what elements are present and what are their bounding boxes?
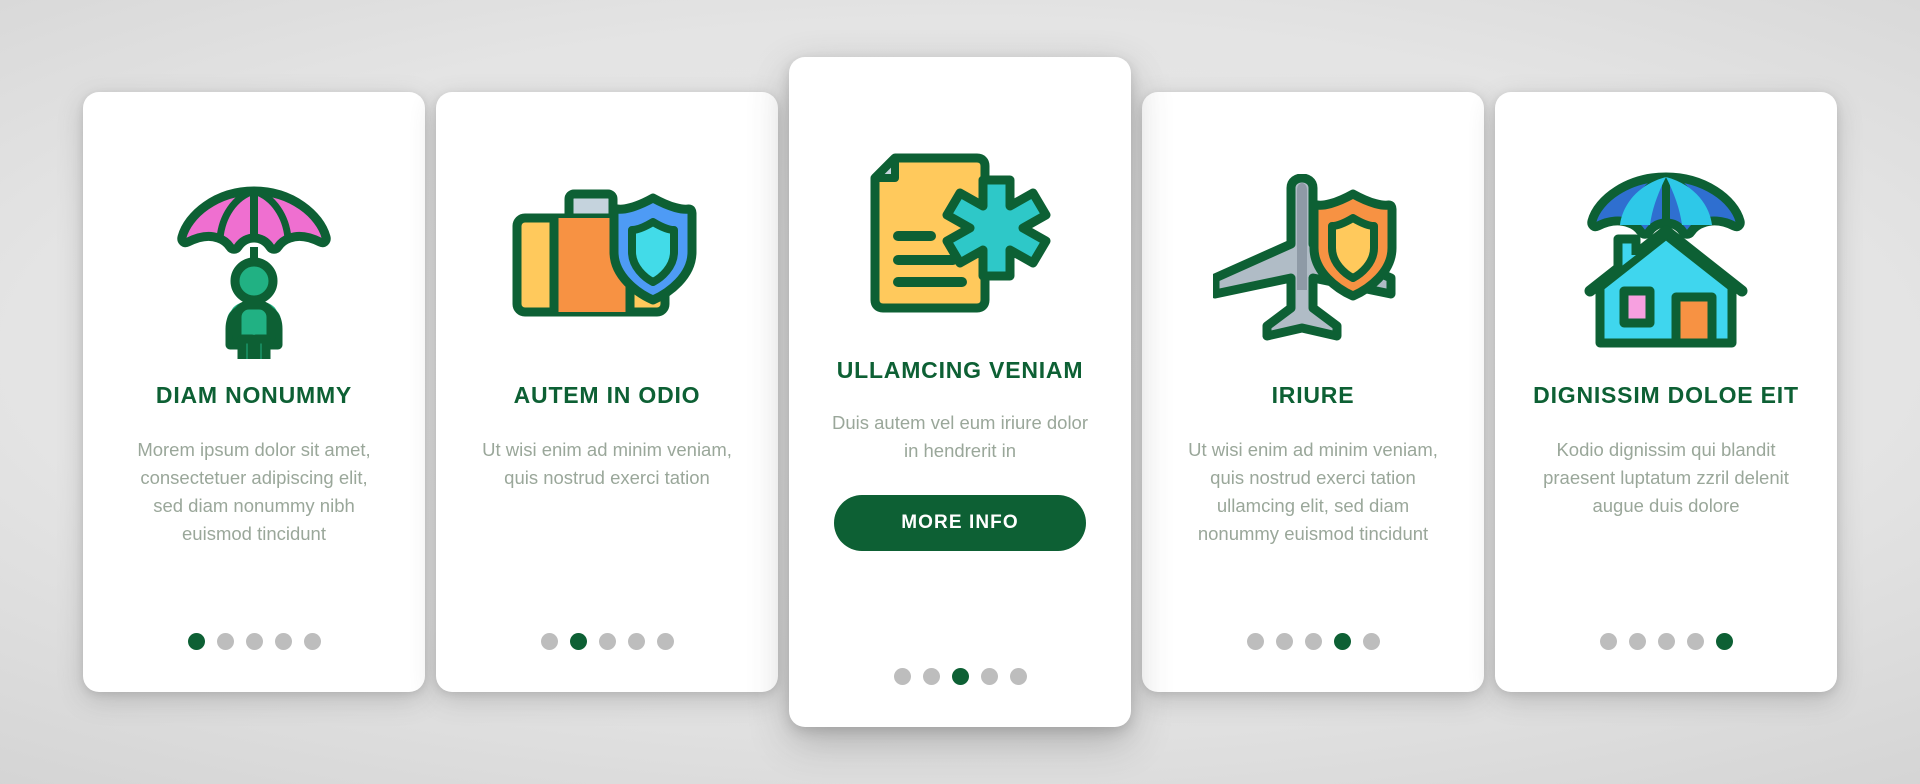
onboarding-screens-stage: DIAM NONUMMY Morem ipsum dolor sit amet, … xyxy=(0,0,1920,784)
card-body-text: Ut wisi enim ad minim veniam, quis nostr… xyxy=(1188,438,1438,544)
pagination-dots xyxy=(83,633,425,650)
pagination-dot-4[interactable] xyxy=(1333,633,1351,650)
more-info-button[interactable]: MORE INFO xyxy=(834,494,1086,551)
pagination-dot-4[interactable] xyxy=(627,633,645,650)
pagination-dot-4[interactable] xyxy=(274,633,292,650)
person-with-umbrella-icon xyxy=(83,154,425,364)
pagination-dot-1[interactable] xyxy=(1599,633,1617,650)
house-umbrella-icon xyxy=(1495,154,1837,364)
pagination-dot-1[interactable] xyxy=(1246,633,1264,650)
pagination-dot-2[interactable] xyxy=(216,633,234,650)
card-body-text: Duis autem vel eum iriure dolor in hendr… xyxy=(831,411,1089,461)
card-body-text: Kodio dignissim qui blandit praesent lup… xyxy=(1543,438,1789,516)
pagination-dots xyxy=(1495,633,1837,650)
pagination-dot-5[interactable] xyxy=(656,633,674,650)
pagination-dot-5[interactable] xyxy=(1715,633,1733,650)
airplane-shield-icon xyxy=(1142,154,1484,364)
pagination-dots xyxy=(789,668,1131,685)
briefcase-shield-icon xyxy=(436,154,778,364)
card-body-text: Morem ipsum dolor sit amet, consectetuer… xyxy=(137,438,371,544)
medical-document-icon xyxy=(789,123,1131,345)
onboarding-card-1[interactable]: DIAM NONUMMY Morem ipsum dolor sit amet, … xyxy=(83,92,425,692)
pagination-dot-4[interactable] xyxy=(980,668,998,685)
card-title: AUTEM IN ODIO xyxy=(513,382,701,408)
pagination-dot-5[interactable] xyxy=(303,633,321,650)
card-title: DIAM NONUMMY xyxy=(155,382,353,408)
onboarding-card-5[interactable]: DIGNISSIM DOLOE EIT Kodio dignissim qui b… xyxy=(1495,92,1837,692)
pagination-dot-3[interactable] xyxy=(1304,633,1322,650)
card-title: DIGNISSIM DOLOE EIT xyxy=(1533,382,1799,408)
pagination-dot-2[interactable] xyxy=(922,668,940,685)
pagination-dot-3[interactable] xyxy=(951,668,969,685)
pagination-dot-1[interactable] xyxy=(187,633,205,650)
pagination-dot-5[interactable] xyxy=(1009,668,1027,685)
pagination-dot-3[interactable] xyxy=(245,633,263,650)
pagination-dot-1[interactable] xyxy=(893,668,911,685)
pagination-dot-3[interactable] xyxy=(1657,633,1675,650)
pagination-dot-1[interactable] xyxy=(540,633,558,650)
onboarding-card-2[interactable]: AUTEM IN ODIO Ut wisi enim ad minim venia… xyxy=(436,92,778,692)
pagination-dots xyxy=(1142,633,1484,650)
pagination-dot-3[interactable] xyxy=(598,633,616,650)
pagination-dots xyxy=(436,633,778,650)
pagination-dot-2[interactable] xyxy=(569,633,587,650)
pagination-dot-4[interactable] xyxy=(1686,633,1704,650)
card-title: ULLAMCING VENIAM xyxy=(836,357,1084,383)
card-body-text: Ut wisi enim ad minim veniam, quis nostr… xyxy=(482,438,732,488)
onboarding-card-3[interactable]: ULLAMCING VENIAM Duis autem vel eum iriur… xyxy=(789,57,1131,727)
card-title: IRIURE xyxy=(1271,382,1355,408)
card-deck: DIAM NONUMMY Morem ipsum dolor sit amet, … xyxy=(0,0,1920,784)
pagination-dot-5[interactable] xyxy=(1362,633,1380,650)
pagination-dot-2[interactable] xyxy=(1275,633,1293,650)
pagination-dot-2[interactable] xyxy=(1628,633,1646,650)
onboarding-card-4[interactable]: IRIURE Ut wisi enim ad minim veniam, quis… xyxy=(1142,92,1484,692)
